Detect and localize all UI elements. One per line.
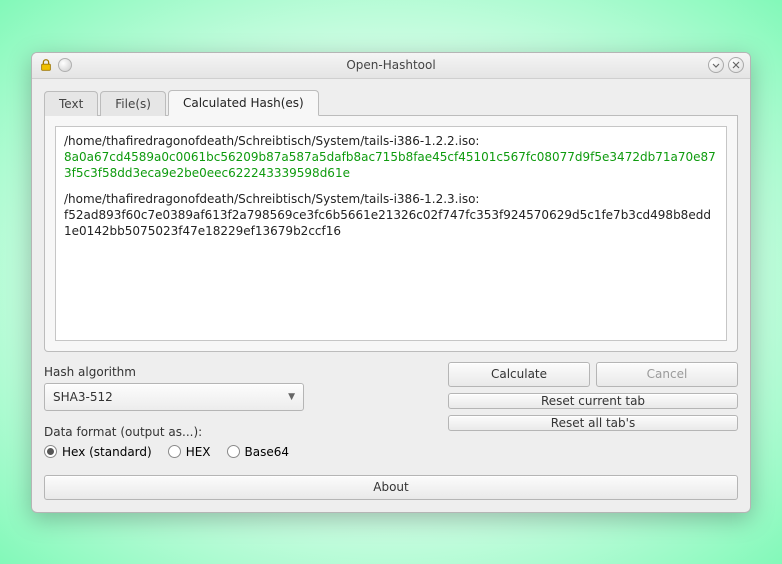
radio-hex-upper[interactable]: HEX xyxy=(168,445,211,459)
hash-algorithm-value: SHA3-512 xyxy=(53,390,113,404)
lock-icon xyxy=(38,57,54,73)
calculate-button[interactable]: Calculate xyxy=(448,362,590,387)
tab-files[interactable]: File(s) xyxy=(100,91,166,116)
result-path: /home/thafiredragonofdeath/Schreibtisch/… xyxy=(64,133,718,149)
data-format-group: Hex (standard) HEX Base64 xyxy=(44,445,428,459)
radio-label: HEX xyxy=(186,445,211,459)
app-indicator-icon xyxy=(58,58,72,72)
radio-hex-standard[interactable]: Hex (standard) xyxy=(44,445,152,459)
radio-label: Base64 xyxy=(245,445,290,459)
result-entry: /home/thafiredragonofdeath/Schreibtisch/… xyxy=(64,191,718,240)
main-window: Open-Hashtool Text File(s) Calculated Ha… xyxy=(31,52,751,513)
tab-text[interactable]: Text xyxy=(44,91,98,116)
cancel-button[interactable]: Cancel xyxy=(596,362,738,387)
tab-calculated-hashes[interactable]: Calculated Hash(es) xyxy=(168,90,319,116)
radio-icon xyxy=(44,445,57,458)
result-path: /home/thafiredragonofdeath/Schreibtisch/… xyxy=(64,191,718,207)
reset-all-tabs-button[interactable]: Reset all tab's xyxy=(448,415,738,431)
hash-algorithm-select[interactable]: SHA3-512 ▼ xyxy=(44,383,304,411)
radio-label: Hex (standard) xyxy=(62,445,152,459)
tab-bar: Text File(s) Calculated Hash(es) xyxy=(44,89,738,116)
minimize-button[interactable] xyxy=(708,57,724,73)
titlebar: Open-Hashtool xyxy=(32,53,750,79)
tab-panel: /home/thafiredragonofdeath/Schreibtisch/… xyxy=(44,116,738,352)
radio-icon xyxy=(168,445,181,458)
hash-algorithm-label: Hash algorithm xyxy=(44,365,428,379)
radio-base64[interactable]: Base64 xyxy=(227,445,290,459)
result-entry: /home/thafiredragonofdeath/Schreibtisch/… xyxy=(64,133,718,182)
results-textarea[interactable]: /home/thafiredragonofdeath/Schreibtisch/… xyxy=(55,126,727,341)
result-hash: 8a0a67cd4589a0c0061bc56209b87a587a5dafb8… xyxy=(64,149,718,181)
reset-current-tab-button[interactable]: Reset current tab xyxy=(448,393,738,409)
close-button[interactable] xyxy=(728,57,744,73)
data-format-label: Data format (output as...): xyxy=(44,425,428,439)
chevron-down-icon: ▼ xyxy=(288,392,295,402)
window-title: Open-Hashtool xyxy=(32,58,750,72)
about-button[interactable]: About xyxy=(44,475,738,500)
result-hash: f52ad893f60c7e0389af613f2a798569ce3fc6b5… xyxy=(64,207,718,239)
radio-icon xyxy=(227,445,240,458)
